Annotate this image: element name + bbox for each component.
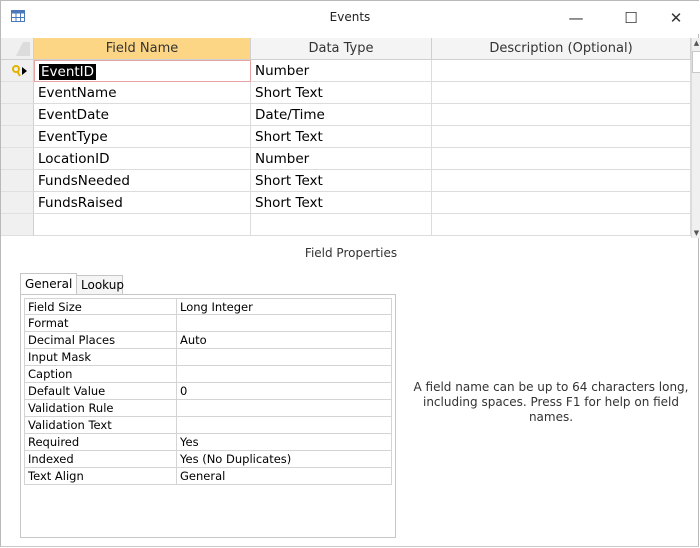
field-name-cell[interactable]: EventName (34, 82, 251, 104)
property-row[interactable]: Text Align General (24, 468, 392, 485)
property-row[interactable]: Decimal Places Auto (24, 332, 392, 349)
minimize-button[interactable]: — (556, 5, 596, 31)
table-row[interactable]: EventID Number (1, 60, 691, 82)
description-cell[interactable] (432, 126, 691, 148)
data-type-cell[interactable]: Number (251, 148, 432, 170)
field-name-cell[interactable]: FundsNeeded (34, 170, 251, 192)
property-row[interactable]: Validation Rule (24, 400, 392, 417)
property-label: Input Mask (24, 349, 176, 366)
field-name-cell[interactable] (34, 214, 251, 236)
property-label: Decimal Places (24, 332, 176, 349)
header-data-type[interactable]: Data Type (251, 38, 432, 60)
property-label: Validation Rule (24, 400, 176, 417)
property-value[interactable]: Long Integer (176, 298, 392, 315)
title-bar[interactable]: Events — ☐ ✕ (1, 1, 699, 34)
property-row[interactable]: Caption (24, 366, 392, 383)
row-selector[interactable] (1, 170, 34, 192)
property-label: Validation Text (24, 417, 176, 434)
property-label: Required (24, 434, 176, 451)
corner-triangle-icon (16, 42, 30, 56)
field-help-text: A field name can be up to 64 characters … (413, 380, 689, 424)
property-value[interactable] (176, 417, 392, 434)
property-row[interactable]: Required Yes (24, 434, 392, 451)
property-value[interactable]: 0 (176, 383, 392, 400)
table-row[interactable] (1, 214, 691, 236)
table-row[interactable]: EventDate Date/Time (1, 104, 691, 126)
property-row[interactable]: Format (24, 315, 392, 332)
vertical-scrollbar[interactable]: ▲ ▼ (691, 38, 700, 238)
field-design-grid: Field Name Data Type Description (Option… (1, 38, 691, 238)
scroll-thumb[interactable] (692, 51, 700, 73)
field-name-cell[interactable]: LocationID (34, 148, 251, 170)
property-value[interactable] (176, 366, 392, 383)
close-button[interactable]: ✕ (656, 5, 696, 31)
field-properties-caption: Field Properties (304, 246, 398, 260)
data-type-cell[interactable]: Number (251, 60, 432, 82)
table-row[interactable]: LocationID Number (1, 148, 691, 170)
row-selector[interactable] (1, 214, 34, 236)
property-value[interactable]: General (176, 468, 392, 485)
select-all-corner[interactable] (1, 38, 34, 60)
row-selector[interactable] (1, 104, 34, 126)
property-label: Field Size (24, 298, 176, 315)
row-selector[interactable] (1, 60, 34, 82)
property-row[interactable]: Indexed Yes (No Duplicates) (24, 451, 392, 468)
field-name-cell[interactable]: EventID (34, 60, 251, 82)
property-value[interactable]: Yes (176, 434, 392, 451)
primary-key-icon (12, 65, 27, 77)
property-row[interactable]: Field Size Long Integer (24, 298, 392, 315)
tab-general[interactable]: General (20, 273, 77, 296)
property-label: Format (24, 315, 176, 332)
description-cell[interactable] (432, 82, 691, 104)
property-value[interactable]: Auto (176, 332, 392, 349)
table-row[interactable]: FundsRaised Short Text (1, 192, 691, 214)
property-label: Default Value (24, 383, 176, 400)
data-type-cell[interactable]: Short Text (251, 126, 432, 148)
data-type-cell[interactable]: Short Text (251, 170, 432, 192)
data-type-cell[interactable]: Short Text (251, 82, 432, 104)
table-row[interactable]: EventName Short Text (1, 82, 691, 104)
table-row[interactable]: EventType Short Text (1, 126, 691, 148)
description-cell[interactable] (432, 104, 691, 126)
property-row[interactable]: Input Mask (24, 349, 392, 366)
property-value[interactable] (176, 349, 392, 366)
row-selector[interactable] (1, 148, 34, 170)
property-label: Text Align (24, 468, 176, 485)
maximize-button[interactable]: ☐ (611, 5, 651, 31)
data-type-cell[interactable]: Date/Time (251, 104, 432, 126)
header-description[interactable]: Description (Optional) (432, 38, 691, 60)
data-type-cell[interactable]: Short Text (251, 192, 432, 214)
description-cell[interactable] (432, 192, 691, 214)
description-cell[interactable] (432, 60, 691, 82)
table-design-window: Events — ☐ ✕ Field Name Data Type Descri… (0, 0, 700, 547)
tab-lookup[interactable]: Lookup (76, 275, 124, 295)
property-value[interactable] (176, 315, 392, 332)
table-row[interactable]: FundsNeeded Short Text (1, 170, 691, 192)
row-selector[interactable] (1, 192, 34, 214)
field-properties-panel: Field Size Long Integer Format Decimal P… (20, 294, 396, 538)
header-field-name[interactable]: Field Name (34, 38, 251, 60)
field-name-cell[interactable]: FundsRaised (34, 192, 251, 214)
grid-header: Field Name Data Type Description (Option… (1, 38, 691, 60)
field-name-cell[interactable]: EventDate (34, 104, 251, 126)
data-type-cell[interactable] (251, 214, 432, 236)
property-label: Indexed (24, 451, 176, 468)
description-cell[interactable] (432, 148, 691, 170)
selected-field-name-text: EventID (39, 64, 97, 80)
field-name-cell[interactable]: EventType (34, 126, 251, 148)
property-value[interactable] (176, 400, 392, 417)
property-row[interactable]: Validation Text (24, 417, 392, 434)
description-cell[interactable] (432, 170, 691, 192)
property-row[interactable]: Default Value 0 (24, 383, 392, 400)
property-label: Caption (24, 366, 176, 383)
row-selector[interactable] (1, 126, 34, 148)
property-value[interactable]: Yes (No Duplicates) (176, 451, 392, 468)
description-cell[interactable] (432, 214, 691, 236)
row-selector[interactable] (1, 82, 34, 104)
scroll-up-arrow-icon[interactable]: ▲ (692, 38, 700, 48)
scroll-down-arrow-icon[interactable]: ▼ (692, 228, 700, 238)
